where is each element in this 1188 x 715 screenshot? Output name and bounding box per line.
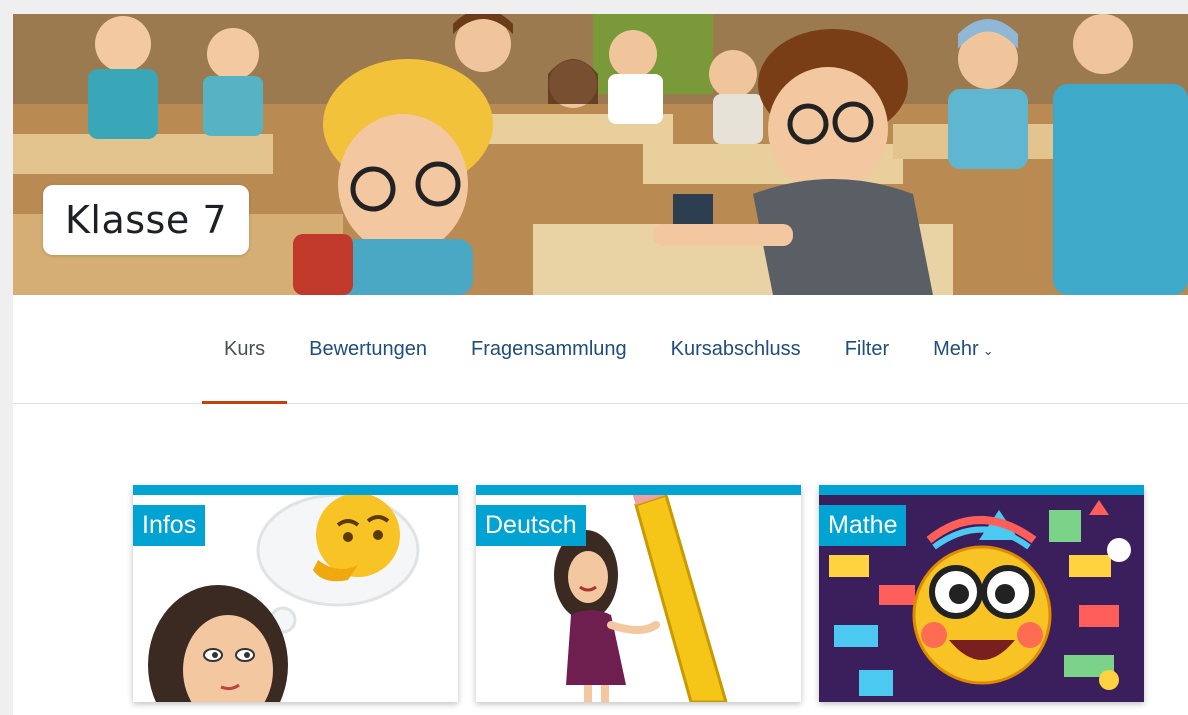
section-card-deutsch[interactable]: Deutsch: [476, 485, 801, 702]
tab-label: Bewertungen: [309, 337, 427, 360]
course-title: Klasse 7: [65, 198, 227, 242]
tab-mehr-dropdown[interactable]: Mehr ⌄: [911, 295, 1015, 403]
chevron-down-icon: ⌄: [982, 342, 994, 358]
tab-bewertungen[interactable]: Bewertungen: [287, 295, 449, 403]
tab-label: Filter: [844, 337, 890, 360]
card-accent-bar: [476, 485, 801, 495]
tab-kursabschluss[interactable]: Kursabschluss: [649, 295, 823, 403]
tab-filter[interactable]: Filter: [823, 295, 911, 403]
card-label: Infos: [133, 505, 206, 546]
course-title-box: Klasse 7: [43, 185, 249, 255]
tab-label: Fragensammlung: [471, 337, 627, 360]
tab-label: Mehr: [933, 337, 979, 360]
section-card-infos[interactable]: Infos: [133, 485, 458, 702]
tab-label: Kursabschluss: [670, 337, 801, 360]
course-page: Klasse 7 Kurs Bewertungen Fragensammlung…: [13, 14, 1188, 715]
course-banner: Klasse 7: [13, 14, 1188, 295]
section-card-mathe[interactable]: Mathe: [819, 485, 1144, 702]
tab-kurs[interactable]: Kurs: [202, 295, 288, 404]
course-secondary-navigation: Kurs Bewertungen Fragensammlung Kursabsc…: [13, 295, 1188, 404]
tab-label: Kurs: [224, 337, 266, 360]
card-accent-bar: [133, 485, 458, 495]
card-label: Mathe: [819, 505, 907, 546]
tab-fragensammlung[interactable]: Fragensammlung: [449, 295, 649, 403]
card-label: Deutsch: [476, 505, 586, 546]
nav-tabs: Kurs Bewertungen Fragensammlung Kursabsc…: [202, 295, 1016, 404]
card-accent-bar: [819, 485, 1144, 495]
section-cards: Infos Deutsch Mathe: [133, 485, 1144, 702]
